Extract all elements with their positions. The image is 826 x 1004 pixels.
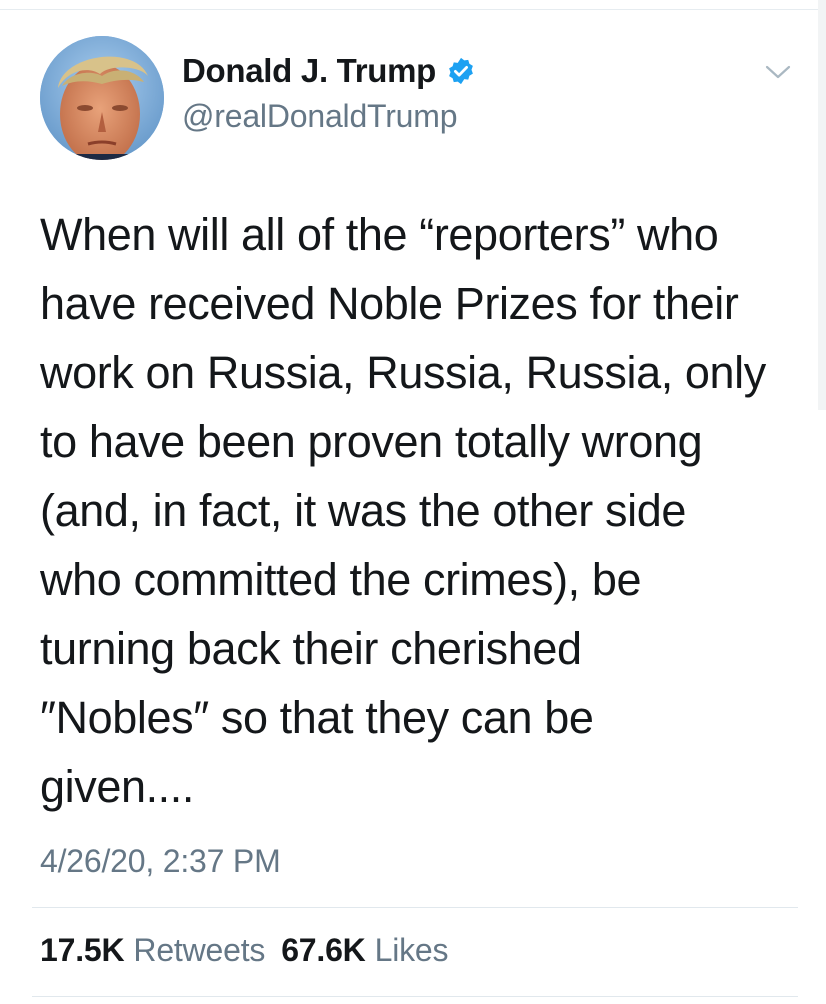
retweets-stat[interactable]: 17.5K Retweets: [40, 932, 265, 969]
tweet-line: who committed the crimes), be: [40, 554, 642, 605]
retweets-label: Retweets: [133, 932, 266, 968]
tweet-line: ″Nobles″ so that they can be: [40, 692, 594, 743]
tweet-line: When will all of the “reporters” who: [40, 209, 719, 260]
tweet-timestamp[interactable]: 4/26/20, 2:37 PM: [40, 843, 281, 880]
likes-stat[interactable]: 67.6K Likes: [281, 932, 448, 969]
tweet-line: (and, in fact, it was the other side: [40, 485, 686, 536]
stats-bottom-divider: [32, 996, 798, 997]
likes-count: 67.6K: [281, 932, 366, 968]
retweets-count: 17.5K: [40, 932, 125, 968]
display-name[interactable]: Donald J. Trump: [182, 52, 436, 90]
stats-top-divider: [32, 907, 798, 908]
tweet-stats: 17.5K Retweets 67.6K Likes: [40, 932, 449, 969]
avatar[interactable]: [40, 36, 164, 160]
tweet-line: turning back their cherished: [40, 623, 582, 674]
tweet-text: When will all of the “reporters” who hav…: [40, 200, 800, 821]
top-separator: [0, 0, 826, 10]
profile-photo-icon: [40, 36, 164, 160]
likes-label: Likes: [374, 932, 449, 968]
tweet-line: work on Russia, Russia, Russia, only: [40, 347, 766, 398]
scroll-edge: [818, 0, 826, 410]
tweet-line: given....: [40, 761, 194, 812]
chevron-down-icon[interactable]: [764, 62, 792, 82]
tweet-line: to have been proven totally wrong: [40, 416, 703, 467]
verified-badge-icon: [446, 56, 476, 86]
tweet-line: have received Noble Prizes for their: [40, 278, 739, 329]
user-handle[interactable]: @realDonaldTrump: [182, 98, 458, 135]
author-name-row[interactable]: Donald J. Trump: [182, 52, 476, 90]
